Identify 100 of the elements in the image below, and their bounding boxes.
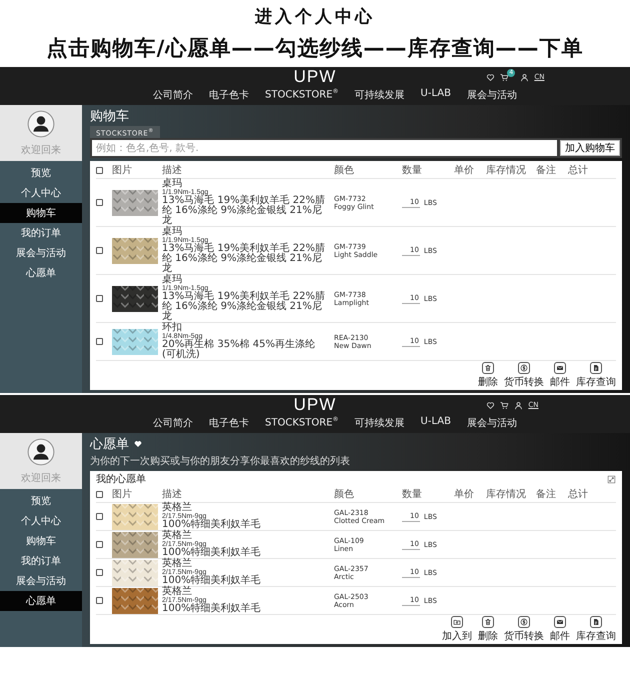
column-header: 备注: [536, 488, 557, 502]
column-header: 颜色: [334, 164, 355, 178]
trash-icon: [482, 362, 494, 374]
nav-link[interactable]: 电子色卡: [209, 416, 250, 430]
sidebar-item[interactable]: 购物车: [0, 203, 82, 223]
sidebar-item[interactable]: 心愿单: [0, 591, 82, 612]
nav-link[interactable]: 公司简介: [153, 416, 194, 430]
column-header: 库存情况: [486, 164, 527, 178]
nav-link[interactable]: 展会与活动: [466, 416, 517, 430]
yarn-composition: 100%特细美利奴羊毛: [162, 604, 262, 614]
cart-icon[interactable]: [500, 72, 510, 82]
heart-icon[interactable]: [486, 72, 496, 82]
column-header: 描述: [162, 164, 183, 178]
sidebar-item[interactable]: 个人中心: [0, 183, 82, 203]
nav-link[interactable]: 公司简介: [153, 88, 194, 102]
nav-link[interactable]: STOCKSTORE$^{®}$: [265, 88, 339, 102]
nav-link[interactable]: U-LAB: [420, 88, 451, 102]
delete-button[interactable]: 删除: [478, 616, 498, 644]
checkbox[interactable]: [96, 569, 103, 576]
checkbox[interactable]: [96, 541, 103, 548]
currency-button[interactable]: 货币转换: [504, 616, 544, 644]
checkbox[interactable]: [96, 490, 103, 498]
checkbox[interactable]: [96, 338, 103, 346]
checkbox[interactable]: [96, 295, 103, 302]
list-label: 我的心愿单: [96, 472, 146, 486]
nav-link[interactable]: 可持续发展: [354, 88, 405, 102]
delete-button[interactable]: 删除: [478, 362, 498, 390]
yarn-name: 桌玛: [162, 275, 182, 286]
heart-icon[interactable]: [486, 400, 496, 410]
yarn-name: 环扣: [162, 323, 182, 334]
currency-button[interactable]: 货币转换: [504, 362, 544, 390]
stock-query-button[interactable]: 库存查询: [576, 362, 616, 390]
column-header: 图片: [112, 164, 133, 178]
yarn-composition: 100%特细美利奴羊毛: [162, 576, 262, 586]
steps-text: 点击购物车/心愿单——勾选纱线——库存查询——下单: [46, 35, 584, 62]
subtitle-text: 为你的下一次购买或与你的朋友分享你最喜欢的纱线的列表: [90, 454, 351, 468]
trash-icon: [482, 616, 494, 628]
page-title: 进入个人中心: [255, 6, 375, 28]
checkbox[interactable]: [96, 199, 103, 206]
dollar-icon: [518, 616, 530, 628]
heart-icon: [134, 440, 142, 448]
user-icon[interactable]: [520, 72, 530, 82]
sidebar-item[interactable]: 我的订单: [0, 551, 82, 572]
cart-icon[interactable]: [500, 400, 510, 410]
yarn-name: 桌玛: [162, 179, 182, 190]
search-field[interactable]: 例如：色名,色号, 款号.: [92, 140, 557, 156]
column-header: 数量: [402, 488, 423, 502]
yarn-name: 桌玛: [162, 227, 182, 238]
checkbox[interactable]: [96, 166, 103, 174]
nav-link[interactable]: U-LAB: [420, 416, 451, 430]
stock-query-button[interactable]: 库存查询: [576, 616, 616, 644]
column-header: 备注: [536, 164, 557, 178]
nav-link[interactable]: 展会与活动: [466, 88, 517, 102]
nav-link[interactable]: 可持续发展: [354, 416, 405, 430]
avatar-icon: [27, 438, 55, 466]
folder-plus-icon: [451, 616, 463, 628]
yarn-name: 英格兰: [162, 587, 192, 598]
sidebar-item[interactable]: 心愿单: [0, 263, 82, 283]
checkbox[interactable]: [96, 513, 103, 520]
document-icon: [590, 362, 602, 374]
sidebar-item[interactable]: 展会与活动: [0, 571, 82, 592]
email-button[interactable]: 邮件: [550, 616, 570, 644]
greeting-text: 欢迎回来: [21, 472, 61, 486]
sidebar-item[interactable]: 展会与活动: [0, 243, 82, 263]
sidebar-item[interactable]: 预览: [0, 163, 82, 183]
avatar-icon: [27, 110, 55, 138]
sidebar-item[interactable]: 购物车: [0, 531, 82, 552]
yarn-composition: 13%马海毛 19%美利奴羊毛 22%腈纶 16%涤纶 9%涤纶金银线 21%尼龙: [162, 244, 326, 274]
sidebar-item[interactable]: 预览: [0, 491, 82, 512]
column-header: 总计: [568, 164, 589, 178]
nav-link[interactable]: 电子色卡: [209, 88, 250, 102]
add-to-cart-button[interactable]: 加入购物车: [560, 140, 620, 156]
yarn-composition: 100%特细美利奴羊毛: [162, 520, 262, 530]
column-header: 数量: [402, 164, 423, 178]
sidebar-item[interactable]: 我的订单: [0, 223, 82, 243]
yarn-name: 英格兰: [162, 559, 192, 570]
yarn-name: 英格兰: [162, 503, 192, 514]
document-icon: [590, 616, 602, 628]
nav-link[interactable]: STOCKSTORE$^{®}$: [265, 416, 339, 430]
greeting-text: 欢迎回来: [21, 144, 61, 157]
add-button[interactable]: 加入到: [442, 616, 472, 644]
checkbox[interactable]: [96, 247, 103, 254]
column-header: 图片: [112, 488, 133, 502]
checkbox[interactable]: [96, 597, 103, 604]
user-icon[interactable]: [514, 400, 524, 410]
yarn-name: 英格兰: [162, 531, 192, 542]
section-title: 心愿单: [90, 436, 129, 454]
yarn-composition: 13%马海毛 19%美利奴羊毛 22%腈纶 16%涤纶 9%涤纶金银线 21%尼龙: [162, 292, 326, 322]
column-header: 颜色: [334, 488, 355, 502]
logo[interactable]: UPW: [294, 67, 336, 87]
email-button[interactable]: 邮件: [550, 362, 570, 390]
sidebar-item[interactable]: 个人中心: [0, 511, 82, 532]
logo[interactable]: UPW: [294, 395, 336, 416]
envelope-icon: [554, 616, 566, 628]
expand-icon[interactable]: [607, 474, 616, 484]
dollar-icon: [518, 362, 530, 374]
yarn-composition: 20%再生棉 35%棉 45%再生涤纶 (可机洗): [162, 340, 316, 360]
envelope-icon: [554, 362, 566, 374]
column-header: 单价: [454, 488, 475, 502]
column-header: 库存情况: [486, 488, 527, 502]
